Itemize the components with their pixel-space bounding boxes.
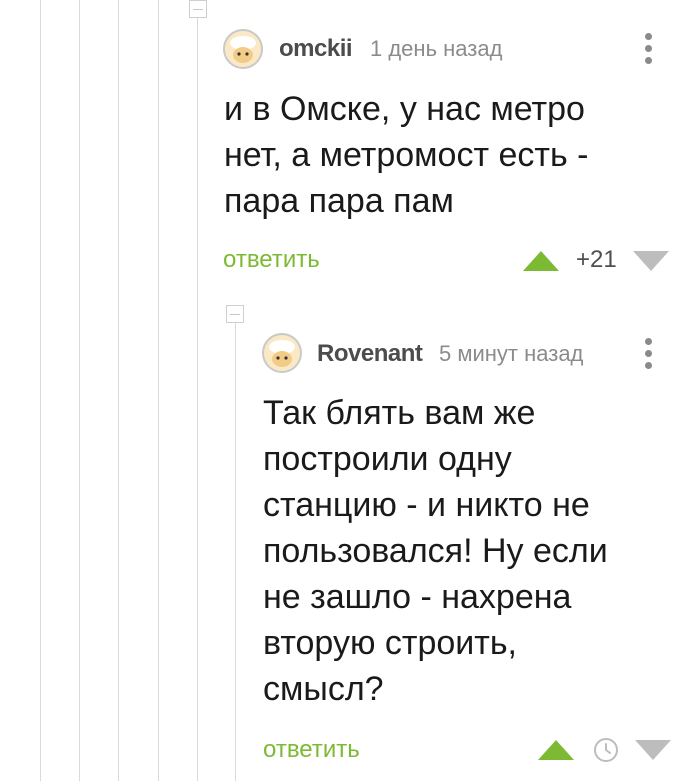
comment-timestamp: 1 день назад bbox=[370, 36, 503, 61]
thread-line-5 bbox=[197, 0, 198, 781]
collapse-toggle[interactable] bbox=[189, 0, 207, 18]
comment-author[interactable]: omckii bbox=[279, 35, 353, 63]
collapse-toggle[interactable] bbox=[226, 305, 244, 323]
thread-line-4 bbox=[158, 0, 159, 781]
downvote-icon[interactable] bbox=[635, 740, 671, 760]
reply-button[interactable]: ответить bbox=[223, 246, 320, 274]
comment-text: Так блять вам же построили одну станцию … bbox=[263, 394, 608, 708]
avatar-icon[interactable] bbox=[262, 333, 302, 373]
reply-button[interactable]: ответить bbox=[263, 736, 360, 764]
thread-line-1 bbox=[40, 0, 41, 781]
upvote-icon[interactable] bbox=[523, 251, 559, 271]
comment-timestamp: 5 минут назад bbox=[439, 341, 584, 366]
upvote-icon[interactable] bbox=[538, 740, 574, 760]
rating-count: +21 bbox=[576, 246, 617, 273]
thread-line-2 bbox=[79, 0, 80, 781]
menu-dots-icon[interactable] bbox=[642, 338, 654, 374]
menu-dots-icon[interactable] bbox=[642, 33, 654, 69]
clock-icon bbox=[594, 738, 618, 762]
comment-author[interactable]: Rovenant bbox=[317, 340, 423, 368]
thread-line-3 bbox=[118, 0, 119, 781]
downvote-icon[interactable] bbox=[633, 251, 669, 271]
comment-text: и в Омске, у нас метро нет, а метромост … bbox=[224, 90, 589, 220]
avatar-icon[interactable] bbox=[223, 29, 263, 69]
thread-line-6 bbox=[235, 322, 236, 781]
